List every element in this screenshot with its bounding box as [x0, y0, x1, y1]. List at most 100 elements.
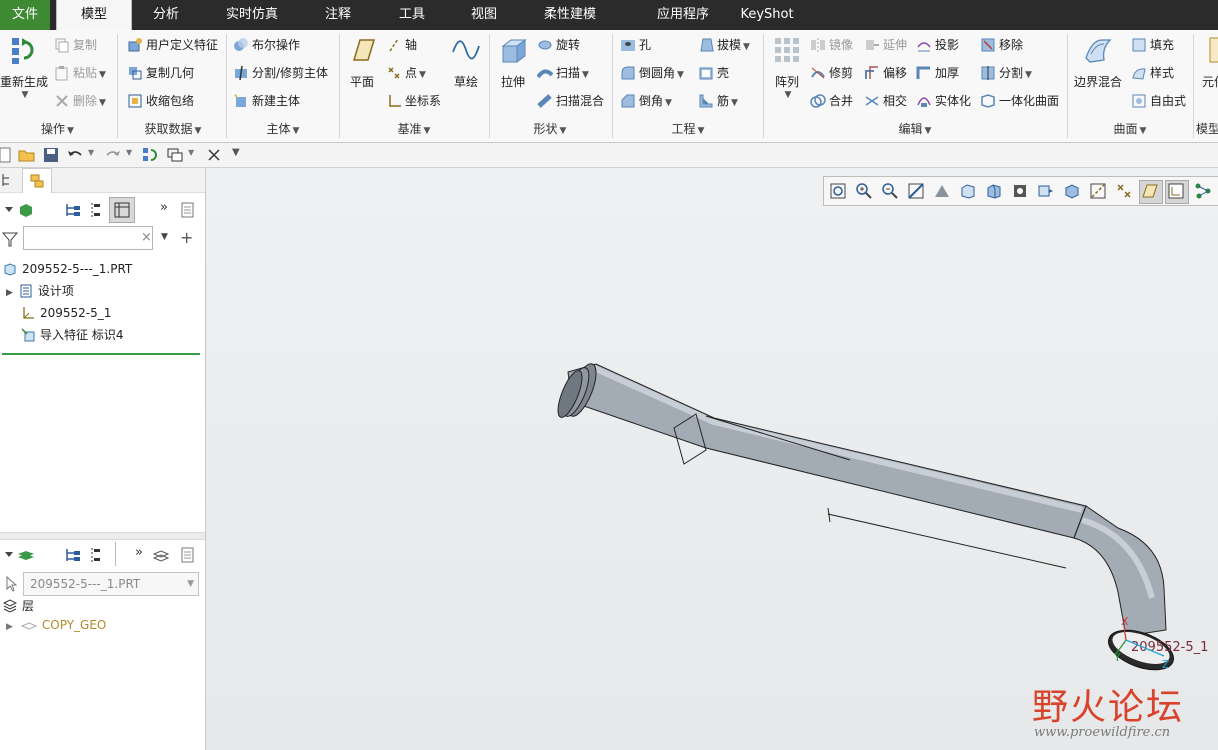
point-display-icon[interactable] — [1114, 181, 1134, 201]
regenerate-dropdown-icon[interactable]: ▼ — [2, 90, 48, 100]
model-tree-tab-icon[interactable] — [1, 172, 15, 188]
filter-icon[interactable] — [2, 231, 18, 247]
boolean-button[interactable]: 布尔操作 — [233, 34, 300, 56]
group-label-body[interactable]: 主体 ▼ — [228, 120, 338, 138]
tree-search-input[interactable] — [23, 226, 153, 250]
mirror-button[interactable]: 镜像 — [810, 34, 853, 56]
tab-annotate[interactable]: 注释 — [306, 0, 370, 30]
tab-flexible-modeling[interactable]: 柔性建模 — [530, 0, 610, 30]
tree-columns-button[interactable] — [109, 197, 135, 223]
tree-root-part[interactable]: 209552-5---_1.PRT — [3, 258, 132, 280]
more-options-icon[interactable]: » — [160, 200, 168, 215]
split-trim-button[interactable]: 分割/修剪主体 — [233, 62, 328, 84]
layer-properties-icon[interactable] — [152, 546, 170, 564]
repaint-icon[interactable] — [906, 181, 926, 201]
boundary-blend-button[interactable]: 边界混合 — [1071, 34, 1125, 90]
pipe-model[interactable] — [206, 168, 1218, 750]
tree-filters-icon[interactable] — [88, 201, 104, 219]
zoom-out-icon[interactable] — [880, 181, 900, 201]
saved-orientations-icon[interactable] — [958, 181, 978, 201]
insert-here-indicator[interactable] — [2, 353, 200, 355]
search-dropdown-icon[interactable]: ▼ — [161, 232, 168, 242]
extend-button[interactable]: 延伸 — [864, 34, 907, 56]
tab-applications[interactable]: 应用程序 — [628, 0, 738, 30]
customize-qat-icon[interactable]: ▼ — [232, 147, 240, 158]
show-details-icon[interactable] — [180, 201, 196, 219]
tree-item-import-feature[interactable]: 导入特征 标识4 — [21, 324, 123, 346]
undo-dropdown-icon[interactable]: ▼ — [88, 148, 94, 157]
revolve-button[interactable]: 旋转 — [537, 34, 580, 56]
copy-geometry-button[interactable]: 复制几何 — [127, 62, 194, 84]
tab-tools[interactable]: 工具 — [380, 0, 444, 30]
display-style-icon[interactable] — [932, 181, 952, 201]
delete-button[interactable]: 删除 ▼ — [54, 90, 106, 112]
tree-settings-icon[interactable] — [64, 201, 82, 219]
layer-more-options-icon[interactable]: » — [135, 545, 143, 560]
solidify-button[interactable]: 实体化 — [916, 90, 971, 112]
graphics-viewport[interactable]: 209552-5_1 X Y Z 野火论坛 www.proewildfire.c… — [206, 168, 1218, 750]
freestyle-button[interactable]: 自由式 — [1131, 90, 1186, 112]
tab-analysis[interactable]: 分析 — [134, 0, 198, 30]
regenerate-small-icon[interactable] — [141, 146, 159, 164]
perspective-icon[interactable] — [1010, 181, 1030, 201]
group-label-surfaces[interactable]: 曲面 ▼ — [1068, 120, 1192, 138]
paste-button[interactable]: 粘贴 ▼ — [54, 62, 106, 84]
sweep-button[interactable]: 扫描 ▼ — [536, 62, 589, 84]
tab-realtime-sim[interactable]: 实时仿真 — [212, 0, 292, 30]
open-folder-icon[interactable] — [18, 146, 36, 164]
new-body-button[interactable]: 新建主体 — [233, 90, 300, 112]
tab-file[interactable]: 文件 — [0, 0, 50, 30]
section-icon[interactable] — [1036, 181, 1056, 201]
group-label-datum[interactable]: 基准 ▼ — [340, 120, 488, 138]
windows-dropdown-icon[interactable]: ▼ — [188, 148, 194, 157]
zoom-in-icon[interactable] — [854, 181, 874, 201]
group-label-editing[interactable]: 编辑 ▼ — [764, 120, 1066, 138]
project-button[interactable]: 投影 — [916, 34, 959, 56]
refit-icon[interactable] — [828, 181, 848, 201]
group-label-engineering[interactable]: 工程 ▼ — [614, 120, 762, 138]
tab-view[interactable]: 视图 — [452, 0, 516, 30]
rib-button[interactable]: 筋 ▼ — [698, 90, 738, 112]
annotation-display-icon[interactable] — [1193, 181, 1213, 201]
layer-item-copy-geo[interactable]: ▶ COPY_GEO — [6, 614, 106, 636]
windows-icon[interactable] — [166, 146, 184, 164]
point-button[interactable]: 点 ▼ — [386, 62, 426, 84]
panel-splitter[interactable] — [0, 532, 205, 540]
tree-item-csys[interactable]: 209552-5_1 — [21, 302, 111, 324]
draft-button[interactable]: 拔模 ▼ — [698, 34, 750, 56]
plane-button[interactable]: 平面 — [344, 34, 380, 90]
undo-icon[interactable] — [66, 146, 84, 164]
model-tree-toggle-icon[interactable] — [4, 202, 34, 218]
unify-surface-button[interactable]: 一体化曲面 — [980, 90, 1059, 112]
tree-item-design-items[interactable]: ▶ 设计项 — [6, 280, 74, 302]
udf-button[interactable]: 用户定义特征 — [127, 34, 218, 56]
group-label-shapes[interactable]: 形状 ▼ — [490, 120, 610, 138]
group-label-model-intent[interactable]: 模型 — [1196, 120, 1218, 138]
csys-button[interactable]: 坐标系 — [386, 90, 441, 112]
redo-icon[interactable] — [104, 146, 122, 164]
shrinkwrap-button[interactable]: 收缩包络 — [127, 90, 194, 112]
thicken-button[interactable]: 加厚 — [916, 62, 959, 84]
chamfer-button[interactable]: 倒角 ▼ — [620, 90, 672, 112]
round-button[interactable]: 倒圆角 ▼ — [620, 62, 684, 84]
redo-dropdown-icon[interactable]: ▼ — [126, 148, 132, 157]
new-file-icon[interactable] — [0, 146, 14, 164]
csys-display-toggle[interactable] — [1165, 180, 1189, 204]
expand-arrow-icon[interactable]: ▶ — [6, 288, 13, 298]
shell-button[interactable]: 壳 — [698, 62, 729, 84]
offset-button[interactable]: 偏移 — [864, 62, 907, 84]
clear-search-icon[interactable]: × — [141, 230, 152, 245]
active-model-select[interactable]: 209552-5---_1.PRT ▼ — [23, 572, 199, 596]
pattern-button[interactable]: 阵列 ▼ — [770, 34, 804, 100]
extrude-button[interactable]: 拉伸 — [495, 34, 531, 90]
hole-button[interactable]: 孔 — [620, 34, 651, 56]
close-window-icon[interactable] — [205, 146, 223, 164]
remove-button[interactable]: 移除 — [980, 34, 1023, 56]
layer-filters-icon[interactable] — [88, 546, 104, 564]
axis-button[interactable]: 轴 — [386, 34, 417, 56]
group-label-operations[interactable]: 操作 ▼ — [0, 120, 115, 138]
save-icon[interactable] — [42, 146, 60, 164]
style-button[interactable]: 样式 — [1131, 62, 1174, 84]
layer-tree-toggle-icon[interactable] — [4, 547, 38, 563]
add-filter-icon[interactable]: + — [180, 228, 193, 247]
